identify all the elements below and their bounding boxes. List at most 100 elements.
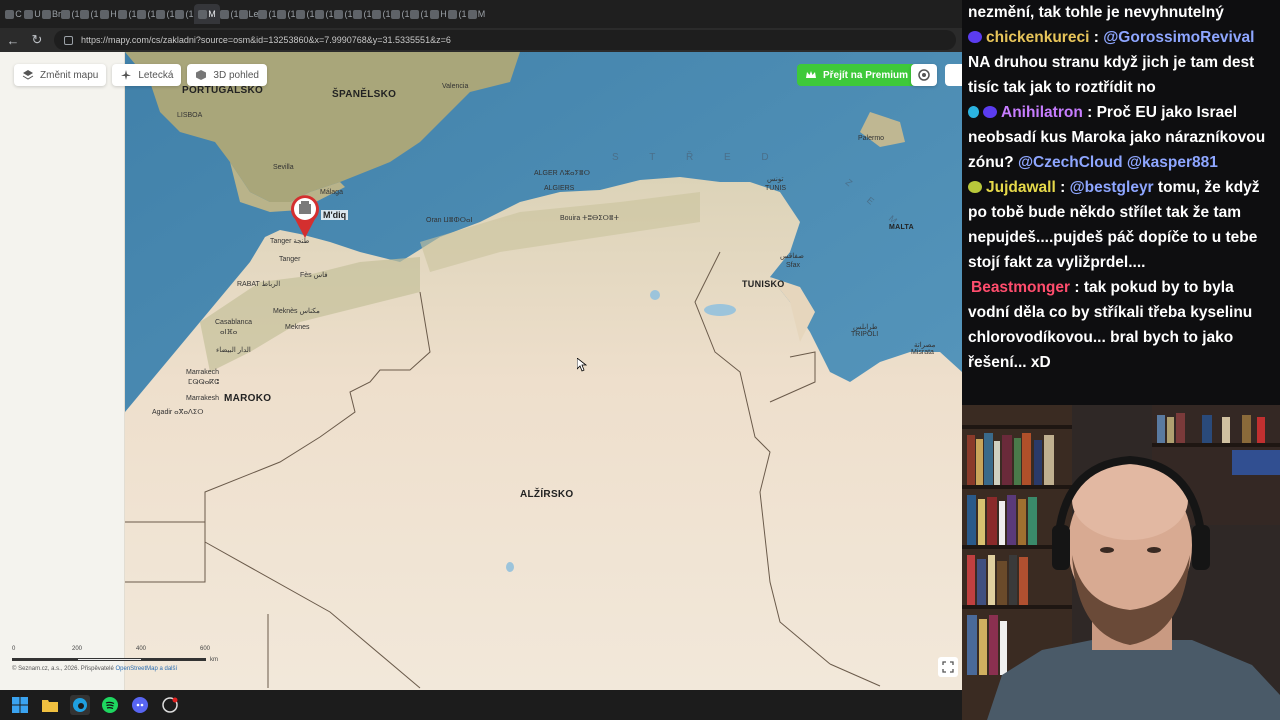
scale-bar-2 bbox=[77, 658, 142, 661]
browser-tab[interactable]: M bbox=[194, 4, 220, 24]
tab-favicon-icon bbox=[391, 9, 401, 19]
tab-label: (1 bbox=[306, 9, 315, 19]
city-sfax-ar: صفاقس bbox=[780, 253, 804, 260]
map-toolbar: Změnit mapu Letecká 3D pohled bbox=[14, 64, 267, 86]
chat-mention[interactable]: @GorossimoRevival bbox=[1103, 29, 1254, 46]
premium-button[interactable]: Přejít na Premium bbox=[797, 64, 917, 86]
map-canvas[interactable]: Změnit mapu Letecká 3D pohled Přejít na … bbox=[0, 52, 962, 690]
reload-icon[interactable]: ↻ bbox=[30, 32, 44, 48]
url-field[interactable]: https://mapy.com/cs/zakladni?source=osm&… bbox=[54, 30, 956, 50]
chat-username[interactable]: chickenkureci bbox=[986, 29, 1089, 46]
browser-tab[interactable]: H bbox=[99, 4, 118, 24]
browser-tab[interactable]: (1 bbox=[175, 4, 194, 24]
browser-tab[interactable]: Br bbox=[42, 4, 61, 24]
browser-tab[interactable]: (1 bbox=[220, 4, 239, 24]
url-text: https://mapy.com/cs/zakladni?source=osm&… bbox=[81, 35, 451, 45]
spotify-icon[interactable] bbox=[100, 695, 120, 715]
3d-view-label: 3D pohled bbox=[213, 69, 259, 81]
webcam-image bbox=[962, 405, 1280, 720]
expand-icon bbox=[942, 661, 954, 673]
scale-bar-1 bbox=[12, 658, 77, 661]
browser-tab[interactable]: (1 bbox=[391, 4, 410, 24]
tab-label: (1 bbox=[268, 9, 277, 19]
tab-label: (1 bbox=[128, 9, 137, 19]
tab-label: U bbox=[34, 9, 41, 19]
browser-tab[interactable]: (1 bbox=[315, 4, 334, 24]
browser-tab[interactable]: (1 bbox=[448, 4, 467, 24]
3d-view-button[interactable]: 3D pohled bbox=[187, 64, 267, 86]
change-map-label: Změnit mapu bbox=[40, 69, 99, 81]
browser-tab[interactable]: H bbox=[429, 4, 448, 24]
browser-tab[interactable]: (1 bbox=[137, 4, 156, 24]
edge-browser-icon[interactable] bbox=[70, 695, 90, 715]
fullscreen-button[interactable] bbox=[938, 657, 958, 677]
screen: C U Br (1 (1 H (1 (1 (1 (1 M (1 Le (1 (1 (1 (1 (1 (1 (1 (1 (1… bbox=[0, 0, 1280, 720]
browser-tab[interactable]: M bbox=[467, 4, 486, 24]
file-explorer-icon[interactable] bbox=[40, 695, 60, 715]
windows-start-icon[interactable] bbox=[10, 695, 30, 715]
chat-separator: : bbox=[1089, 29, 1104, 46]
tab-label: M bbox=[477, 9, 486, 19]
label-portugal: PORTUGALSKO bbox=[182, 85, 264, 96]
browser-tab[interactable]: C bbox=[4, 4, 23, 24]
tab-favicon-icon bbox=[61, 9, 71, 19]
city-palermo: Palermo bbox=[858, 135, 885, 142]
label-tunisia: TUNISKO bbox=[742, 279, 785, 289]
site-info-icon[interactable] bbox=[64, 35, 73, 45]
tab-favicon-icon bbox=[175, 9, 185, 19]
target-icon bbox=[918, 69, 930, 81]
chat-mention[interactable]: @CzechCloud @kasper881 bbox=[1018, 154, 1218, 171]
scale-bar-3 bbox=[142, 658, 206, 661]
change-map-button[interactable]: Změnit mapu bbox=[14, 64, 107, 86]
city-casablanca: Casablanca bbox=[215, 319, 252, 326]
browser-tab[interactable]: (1 bbox=[61, 4, 80, 24]
browser-tab[interactable]: (1 bbox=[372, 4, 391, 24]
browser-tab[interactable]: (1 bbox=[277, 4, 296, 24]
label-morocco: MAROKO bbox=[224, 393, 272, 404]
label-algeria: ALŽÍRSKO bbox=[520, 489, 574, 500]
browser-tab[interactable]: (1 bbox=[80, 4, 99, 24]
tab-favicon-icon bbox=[296, 9, 306, 19]
discord-icon[interactable] bbox=[130, 695, 150, 715]
city-marrakech-ar: ⵎⵕⵕⴰⴽⵛ bbox=[188, 379, 219, 386]
browser-tab[interactable]: (1 bbox=[156, 4, 175, 24]
browser-tab[interactable]: (1 bbox=[258, 4, 277, 24]
tab-favicon-icon bbox=[80, 9, 90, 19]
back-icon[interactable]: ← bbox=[6, 33, 20, 48]
aerial-button[interactable]: Letecká bbox=[112, 64, 182, 86]
tab-label: Br bbox=[52, 9, 61, 19]
menu-button[interactable] bbox=[945, 64, 962, 86]
label-sea: S T Ř E D bbox=[612, 152, 783, 163]
chat-username[interactable]: Beastmonger bbox=[971, 279, 1070, 296]
obs-icon[interactable] bbox=[160, 695, 180, 715]
map-background bbox=[0, 52, 962, 690]
chat-mention[interactable]: @bestgleyr bbox=[1070, 179, 1154, 196]
airplane-icon bbox=[121, 70, 132, 80]
city-marrakech-2: Marrakesh bbox=[186, 395, 220, 402]
browser-tab[interactable]: Le bbox=[239, 4, 258, 24]
browser-tab[interactable]: (1 bbox=[296, 4, 315, 24]
tab-favicon-icon bbox=[100, 9, 110, 19]
tab-bar: C U Br (1 (1 H (1 (1 (1 (1 M (1 Le (1 (1 (1 (1 (1 (1 (1 (1 (1… bbox=[0, 0, 962, 28]
location-button[interactable] bbox=[911, 64, 937, 86]
chat-username[interactable]: Anihilatron bbox=[1001, 104, 1083, 121]
city-tripoli: TRIPOLI bbox=[851, 331, 879, 338]
browser-tab[interactable]: (1 bbox=[118, 4, 137, 24]
tab-label: H bbox=[440, 9, 447, 19]
browser-tab[interactable]: (1 bbox=[410, 4, 429, 24]
browser-tab[interactable]: (1 bbox=[334, 4, 353, 24]
osm-link[interactable]: OpenStreetMap a další bbox=[115, 666, 177, 672]
browser-tab[interactable]: (1 bbox=[353, 4, 372, 24]
city-sfax: Sfax bbox=[786, 262, 801, 269]
browser-tab[interactable]: U bbox=[23, 4, 42, 24]
marker-label: M'diq bbox=[321, 210, 349, 220]
tab-favicon-icon bbox=[239, 9, 248, 19]
tab-label: (1 bbox=[382, 9, 391, 19]
tab-favicon-icon bbox=[118, 9, 128, 19]
tab-label: Le bbox=[248, 9, 259, 19]
chat-message: Jujdawall : @bestgleyr tomu, že když po … bbox=[968, 175, 1276, 275]
chat-username[interactable]: Jujdawall bbox=[986, 179, 1056, 196]
layers-icon bbox=[22, 70, 34, 80]
tab-label: M bbox=[208, 9, 216, 19]
map-pin-icon[interactable] bbox=[288, 193, 322, 239]
